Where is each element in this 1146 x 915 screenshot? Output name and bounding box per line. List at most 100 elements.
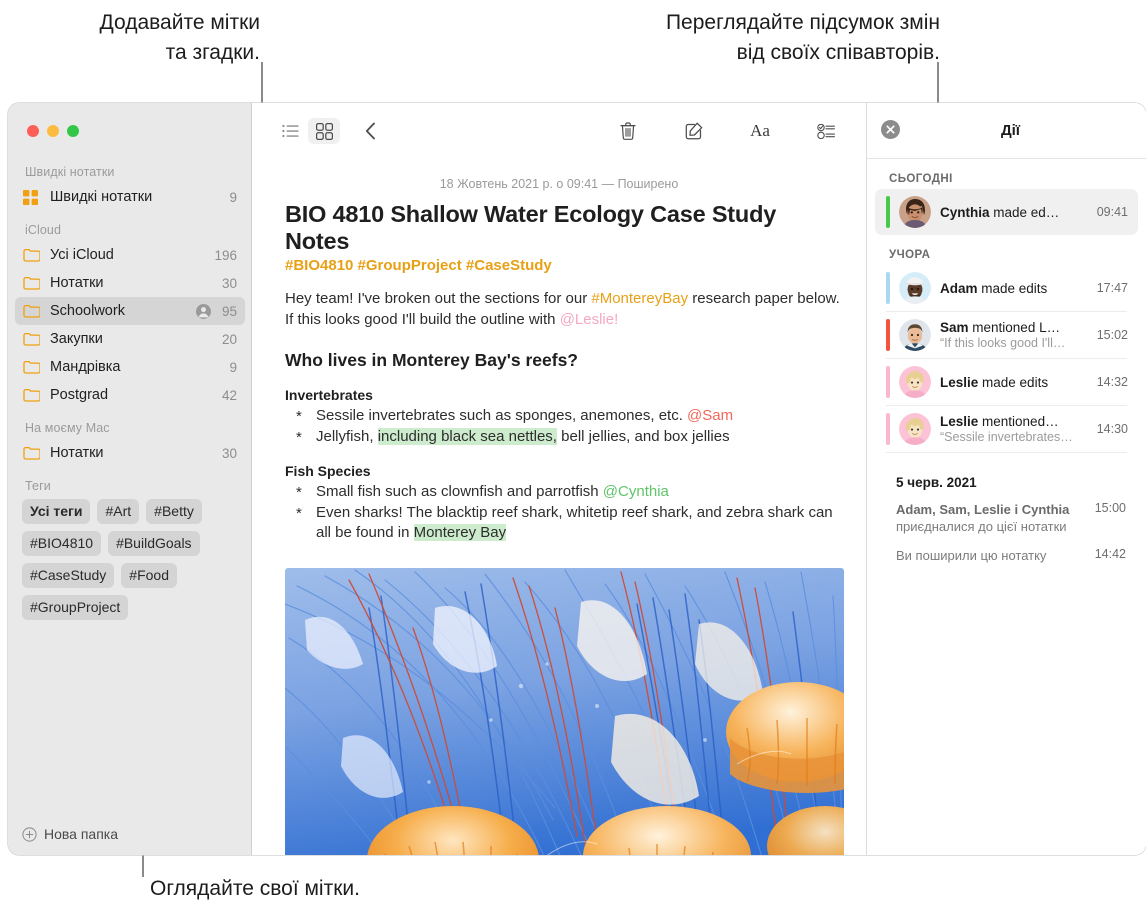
gallery-view-icon[interactable] <box>308 118 340 144</box>
zoom-window-button[interactable] <box>67 125 79 137</box>
notes-window: Швидкі нотатки Швидкі нотатки 9 iCloud У… <box>8 103 1146 855</box>
activity-older-rest: Ви поширили цю нотатку <box>896 548 1047 563</box>
item-text: Even sharks! The blacktip reef shark, wh… <box>316 504 833 541</box>
sidebar-item-schoolwork[interactable]: Schoolwork 95 <box>15 297 245 325</box>
activity-row-main: Sam mentioned L… “If this looks good I'l… <box>940 320 1089 350</box>
sidebar-section-on-my-mac-title: На моєму Mac <box>25 421 110 435</box>
tag-food[interactable]: #Food <box>121 563 177 588</box>
activity-row-sam-mention[interactable]: Sam mentioned L… “If this looks good I'l… <box>875 312 1138 358</box>
format-aa-icon[interactable]: Aa <box>744 118 776 144</box>
activity-action: made ed… <box>989 204 1060 220</box>
back-chevron-icon[interactable] <box>354 118 386 144</box>
note-editor[interactable]: 18 Жовтень 2021 р. о 09:41 — Поширено BI… <box>252 159 866 855</box>
activity-time: 15:02 <box>1096 328 1128 342</box>
sidebar-item-mandrivka[interactable]: Мандрівка 9 <box>15 353 245 381</box>
activity-person: Sam <box>940 320 969 335</box>
activity-older-time: 15:00 <box>1094 501 1126 515</box>
item-text: Jellyfish, <box>316 428 378 445</box>
sidebar-item-label: Закупки <box>50 331 103 347</box>
sidebar: Швидкі нотатки Швидкі нотатки 9 iCloud У… <box>8 103 252 855</box>
close-window-button[interactable] <box>27 125 39 137</box>
trash-icon[interactable] <box>612 118 644 144</box>
note-subheading-fish-species: Fish Species <box>285 463 371 479</box>
tag-all[interactable]: Усі теги <box>22 499 91 524</box>
checklist-icon[interactable] <box>810 118 842 144</box>
mention-leslie[interactable]: @Leslie! <box>560 311 619 328</box>
activity-row-text: Adam made edits <box>940 281 1089 296</box>
activity-row-leslie-mention[interactable]: Leslie mentioned… “Sessile invertebrates… <box>875 406 1138 452</box>
activity-person: Leslie <box>940 374 979 390</box>
traffic-lights <box>27 125 79 137</box>
activity-color-bar <box>886 413 890 445</box>
mention-cynthia[interactable]: @Cynthia <box>603 483 669 500</box>
item-text-post: bell jellies, and box jellies <box>556 428 730 445</box>
activity-row-leslie-edits[interactable]: Leslie made edits 14:32 <box>875 359 1138 405</box>
new-folder-button[interactable]: Нова папка <box>8 813 252 855</box>
callout-tags-mentions: Додавайте мітки та згадки. <box>99 11 260 64</box>
inline-tag-montereybay[interactable]: #MontereyBay <box>591 290 688 307</box>
intro-part1: Hey team! I've broken out the sections f… <box>285 290 592 307</box>
sidebar-item-label: Schoolwork <box>50 303 125 319</box>
activity-panel: Дії СЬОГОДНІ Cynthia made ed… 09:41 УЧОР… <box>866 103 1146 855</box>
activity-time: 09:41 <box>1096 205 1128 219</box>
sidebar-item-postgrad[interactable]: Postgrad 42 <box>15 381 245 409</box>
folder-icon <box>23 248 42 262</box>
minimize-window-button[interactable] <box>47 125 59 137</box>
jellyfish-photo[interactable] <box>285 568 844 855</box>
activity-row-adam-edits[interactable]: Adam made edits 17:47 <box>875 265 1138 311</box>
note-title: BIO 4810 Shallow Water Ecology Case Stud… <box>285 201 777 254</box>
note-list-fish-species: Small fish such as clownfish and parrotf… <box>252 479 866 543</box>
tag-bio4810[interactable]: #BIO4810 <box>22 531 102 556</box>
mention-sam[interactable]: @Sam <box>687 407 733 424</box>
note-list-invertebrates: Sessile invertebrates such as sponges, a… <box>252 403 866 448</box>
activity-row-text: Leslie made edits <box>940 375 1089 390</box>
activity-quote: “Sessile invertebrates… <box>940 430 1073 444</box>
tag-groupproject[interactable]: #GroupProject <box>22 595 129 620</box>
sidebar-item-count: 95 <box>221 303 237 319</box>
highlight-monterey-bay: Monterey Bay <box>413 524 507 541</box>
activity-header: Дії <box>867 103 1146 159</box>
activity-time: 17:47 <box>1096 281 1128 295</box>
avatar-sam <box>899 319 931 351</box>
sidebar-item-label: Усі iCloud <box>50 247 114 263</box>
activity-time: 14:30 <box>1096 422 1128 436</box>
activity-person: Adam <box>940 280 978 296</box>
sidebar-item-usi-icloud[interactable]: Усі iCloud 196 <box>15 241 245 269</box>
tag-art[interactable]: #Art <box>97 499 140 524</box>
activity-group-today-label: СЬОГОДНІ <box>889 173 953 185</box>
close-icon[interactable] <box>881 120 900 144</box>
note-date: 18 Жовтень 2021 р. о 09:41 — Поширено <box>439 177 679 191</box>
activity-older-text: Adam, Sam, Leslie і Cynthia приєдналися … <box>896 501 1087 535</box>
compose-icon[interactable] <box>678 118 710 144</box>
activity-color-bar <box>886 366 890 398</box>
sidebar-scroll[interactable]: Швидкі нотатки Швидкі нотатки 9 iCloud У… <box>8 153 252 813</box>
folder-icon <box>23 332 42 346</box>
sidebar-item-count: 30 <box>221 445 237 461</box>
sidebar-section-quick-notes-title: Швидкі нотатки <box>25 165 115 179</box>
sidebar-item-label: Мандрівка <box>50 359 121 375</box>
sidebar-section-icloud-title: iCloud <box>25 223 62 237</box>
sidebar-item-quick-notes[interactable]: Швидкі нотатки 9 <box>15 183 245 211</box>
sidebar-item-notatky-mac[interactable]: Нотатки 30 <box>15 439 245 467</box>
activity-row-cynthia-edits[interactable]: Cynthia made ed… 09:41 <box>875 189 1138 235</box>
tag-betty[interactable]: #Betty <box>146 499 202 524</box>
activity-action: mentioned L… <box>968 320 1061 335</box>
tag-buildgoals[interactable]: #BuildGoals <box>108 531 200 556</box>
note-tags-line: #BIO4810 #GroupProject #CaseStudy <box>285 257 552 274</box>
sidebar-item-count: 9 <box>229 359 237 375</box>
new-folder-label: Нова папка <box>44 826 119 842</box>
sidebar-item-zakupky[interactable]: Закупки 20 <box>15 325 245 353</box>
sidebar-item-label: Швидкі нотатки <box>50 189 153 205</box>
list-view-icon[interactable] <box>274 118 306 144</box>
tag-list: Усі теги #Art #Betty #BIO4810 #BuildGoal… <box>8 497 252 620</box>
list-item: Sessile invertebrates such as sponges, a… <box>294 406 846 427</box>
list-item: Small fish such as clownfish and parrotf… <box>294 482 846 503</box>
quick-notes-icon <box>23 189 42 205</box>
sidebar-item-notatky-icloud[interactable]: Нотатки 30 <box>15 269 245 297</box>
activity-row-text: Cynthia made ed… <box>940 205 1089 220</box>
tag-casestudy[interactable]: #CaseStudy <box>22 563 115 588</box>
activity-row-text: Sam mentioned L… <box>940 320 1089 335</box>
sidebar-item-count: 9 <box>229 189 237 205</box>
toolbar-view-group <box>274 118 386 144</box>
folder-icon <box>23 304 42 318</box>
